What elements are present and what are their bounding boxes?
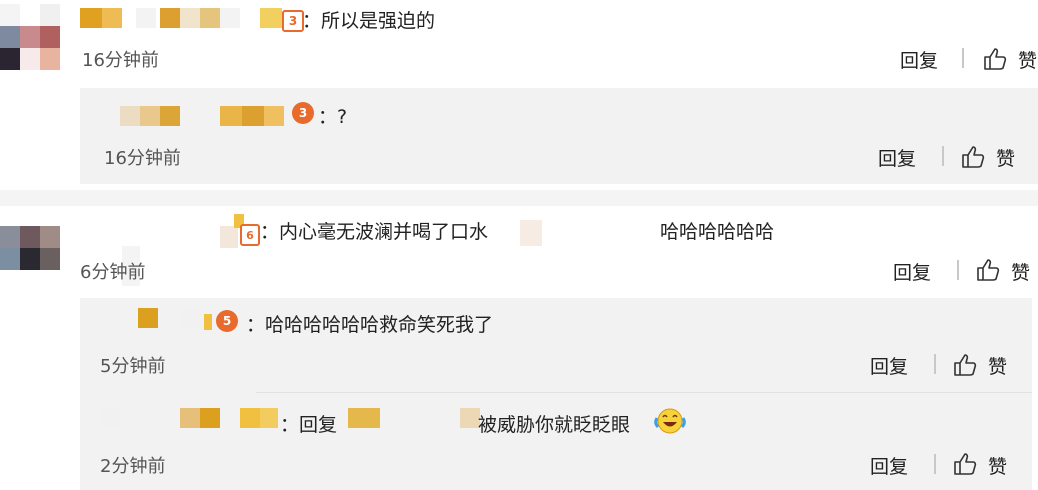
- like-icon[interactable]: [982, 46, 1008, 72]
- redacted-mosaic: [520, 220, 542, 246]
- comment-divider: [0, 190, 1038, 206]
- reply-username-mosaic[interactable]: [120, 106, 290, 128]
- reply-text: ：?: [318, 106, 348, 128]
- comment-time: 16分钟前: [82, 50, 159, 71]
- redacted-mosaic: [348, 408, 380, 428]
- reply-button[interactable]: 回复: [893, 258, 931, 285]
- comment-text: ：所以是强迫的: [302, 10, 436, 32]
- reply-time: 2分钟前: [100, 456, 166, 477]
- reply-text: ：哈哈哈哈哈哈救命笑死我了: [246, 314, 494, 336]
- level-badge-number: 6: [246, 228, 254, 242]
- like-icon[interactable]: [960, 144, 986, 170]
- level-badge: 3: [292, 102, 314, 124]
- comment-text-continued: 哈哈哈哈哈哈: [660, 221, 775, 243]
- reply-button[interactable]: 回复: [900, 46, 938, 73]
- like-icon[interactable]: [975, 257, 1001, 283]
- level-badge-number: 3: [288, 14, 298, 28]
- reply-button[interactable]: 回复: [870, 452, 908, 479]
- like-button[interactable]: 赞: [988, 452, 1007, 479]
- action-divider: [957, 260, 959, 280]
- reply-panel: 3 ：? 16分钟前 回复 赞: [80, 88, 1038, 184]
- avatar[interactable]: [0, 226, 60, 270]
- level-badge: 6: [240, 224, 260, 246]
- reply-time: 16分钟前: [104, 148, 181, 169]
- redacted-mosaic: [460, 408, 480, 428]
- reply-text: ：回复: [280, 414, 338, 436]
- like-button[interactable]: 赞: [1018, 46, 1037, 73]
- action-divider: [942, 146, 944, 166]
- level-badge-number: 3: [298, 106, 308, 120]
- like-button[interactable]: 赞: [1011, 258, 1030, 285]
- comment-text: ：内心毫无波澜并喝了口水: [260, 221, 489, 243]
- like-icon[interactable]: [952, 352, 978, 378]
- reply-username-mosaic[interactable]: [100, 408, 278, 432]
- laugh-cry-emoji-icon: [654, 406, 686, 436]
- reply-button[interactable]: 回复: [870, 352, 908, 379]
- action-divider: [934, 454, 936, 474]
- avatar[interactable]: [0, 4, 60, 70]
- reply-text-continued: 被威胁你就眨眨眼: [478, 414, 631, 436]
- action-divider: [962, 48, 964, 68]
- comment-time: 6分钟前: [80, 262, 146, 283]
- like-button[interactable]: 赞: [996, 144, 1015, 171]
- reply-time: 5分钟前: [100, 356, 166, 377]
- like-icon[interactable]: [952, 451, 978, 477]
- level-badge-number: 5: [222, 314, 232, 328]
- level-badge: 3: [282, 10, 304, 32]
- level-badge: 5: [216, 310, 238, 332]
- username-mosaic[interactable]: [80, 8, 290, 30]
- reply-button[interactable]: 回复: [878, 144, 916, 171]
- reply-divider: [256, 392, 1032, 393]
- action-divider: [934, 354, 936, 374]
- reply-panel: 5 ：哈哈哈哈哈哈救命笑死我了 5分钟前 回复 赞 ：回复 被威胁你就眨眨眼 2…: [80, 298, 1032, 490]
- like-button[interactable]: 赞: [988, 352, 1007, 379]
